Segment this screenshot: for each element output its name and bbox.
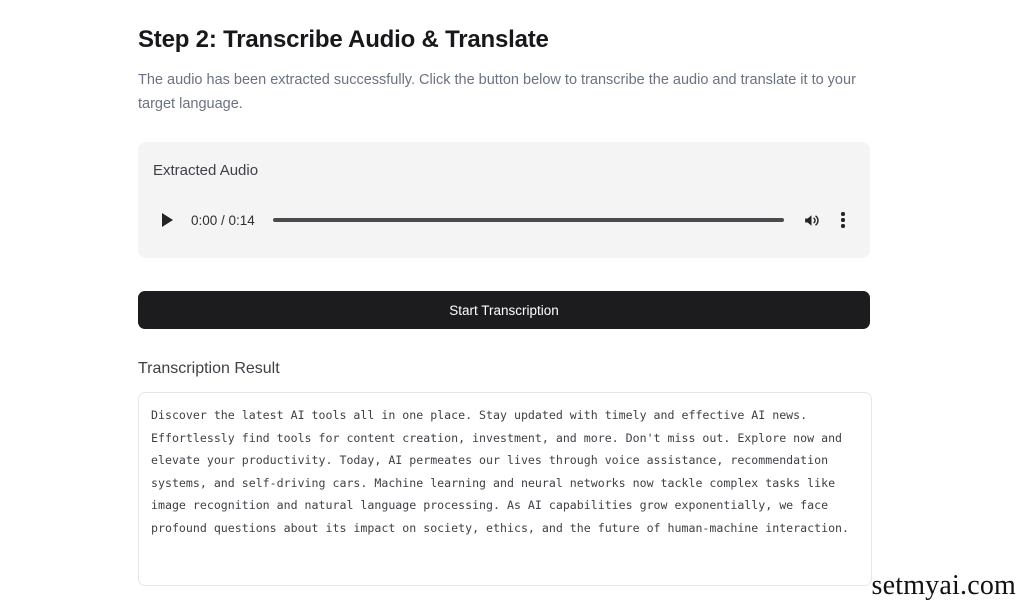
transcription-result-label: Transcription Result [138, 360, 280, 377]
more-vertical-icon [841, 211, 845, 229]
audio-progress-track [272, 218, 784, 222]
audio-more-options-button[interactable] [830, 207, 856, 233]
watermark: setmyai.com [871, 570, 1016, 601]
extracted-audio-card: Extracted Audio 0:00 / 0:14 [138, 142, 870, 258]
play-button[interactable] [154, 207, 180, 233]
play-icon [161, 213, 173, 227]
extracted-audio-label: Extracted Audio [153, 162, 259, 179]
audio-player: 0:00 / 0:14 [154, 200, 856, 240]
audio-progress-slider[interactable] [272, 213, 784, 227]
volume-icon [804, 214, 819, 226]
start-transcription-button[interactable]: Start Transcription [138, 291, 870, 329]
volume-button[interactable] [798, 207, 824, 233]
page-description: The audio has been extracted successfull… [138, 72, 856, 112]
page-container: Step 2: Transcribe Audio & Translate The… [138, 0, 872, 604]
transcription-result-text: Discover the latest AI tools all in one … [151, 408, 850, 535]
audio-time-display: 0:00 / 0:14 [191, 212, 255, 228]
page-title: Step 2: Transcribe Audio & Translate [138, 26, 549, 53]
transcription-result-box[interactable]: Discover the latest AI tools all in one … [138, 392, 872, 586]
